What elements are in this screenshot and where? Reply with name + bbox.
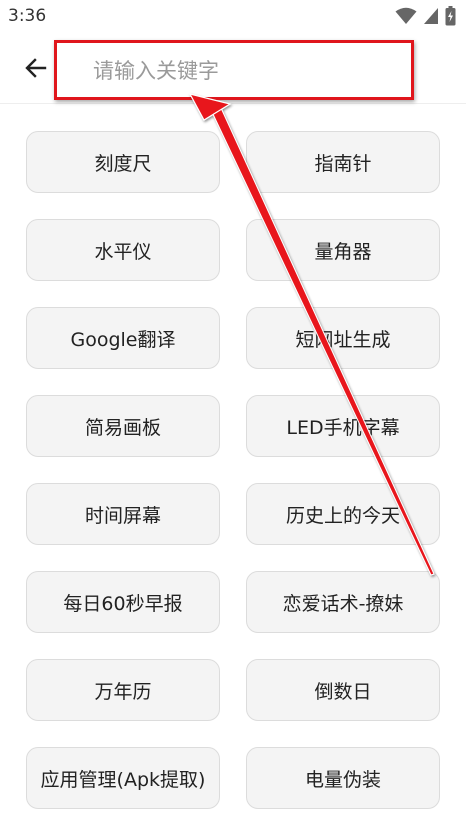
tool-button-app-manager[interactable]: 应用管理(Apk提取) <box>26 747 220 809</box>
tool-button-ruler[interactable]: 刻度尺 <box>26 131 220 193</box>
search-box-highlight <box>54 40 414 100</box>
battery-icon <box>445 6 456 26</box>
tool-button-drawing-board[interactable]: 简易画板 <box>26 395 220 457</box>
status-icons <box>395 6 456 26</box>
tool-button-calendar[interactable]: 万年历 <box>26 659 220 721</box>
tool-button-countdown[interactable]: 倒数日 <box>246 659 440 721</box>
tool-button-today-in-history[interactable]: 历史上的今天 <box>246 483 440 545</box>
tool-button-led-subtitle[interactable]: LED手机字幕 <box>246 395 440 457</box>
tool-button-compass[interactable]: 指南针 <box>246 131 440 193</box>
search-header <box>0 32 466 104</box>
tool-button-protractor[interactable]: 量角器 <box>246 219 440 281</box>
status-bar: 3:36 <box>0 0 466 32</box>
status-time: 3:36 <box>8 6 47 26</box>
tool-button-time-screen[interactable]: 时间屏幕 <box>26 483 220 545</box>
tool-button-love-talk[interactable]: 恋爱话术-撩妹 <box>246 571 440 633</box>
tool-button-level[interactable]: 水平仪 <box>26 219 220 281</box>
back-button[interactable] <box>18 50 54 86</box>
arrow-left-icon <box>25 58 47 78</box>
tool-button-daily-news[interactable]: 每日60秒早报 <box>26 571 220 633</box>
signal-icon <box>424 8 438 24</box>
search-input[interactable] <box>93 53 393 89</box>
tool-button-google-translate[interactable]: Google翻译 <box>26 307 220 369</box>
tool-button-short-url[interactable]: 短网址生成 <box>246 307 440 369</box>
tool-button-battery-spoof[interactable]: 电量伪装 <box>246 747 440 809</box>
wifi-icon <box>395 7 417 24</box>
